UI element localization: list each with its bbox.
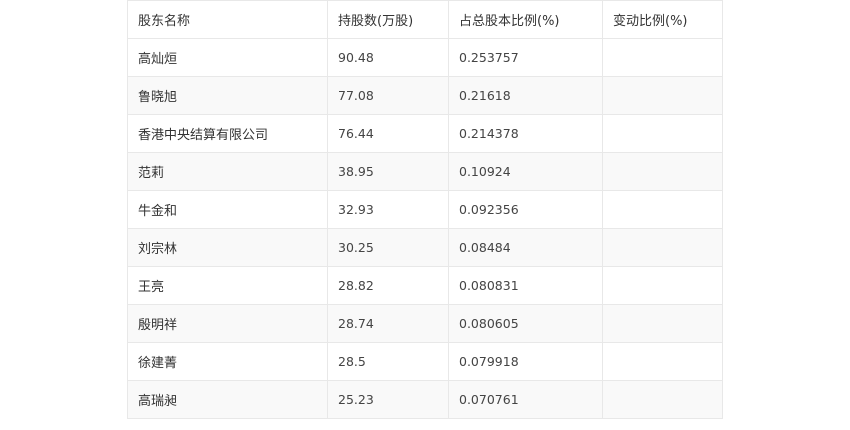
shareholder-table: 股东名称 持股数(万股) 占总股本比例(%) 变动比例(%) 高灿烜 90.48… bbox=[127, 0, 723, 419]
change-cell bbox=[602, 266, 723, 305]
shareholder-name-cell: 鲁晓旭 bbox=[127, 76, 328, 115]
shareholder-name-cell: 刘宗林 bbox=[127, 228, 328, 267]
shareholder-name-cell: 殷明祥 bbox=[127, 304, 328, 343]
table-row: 高灿烜 90.48 0.253757 bbox=[127, 38, 723, 77]
table-row: 范莉 38.95 0.10924 bbox=[127, 152, 723, 191]
table-row: 香港中央结算有限公司 76.44 0.214378 bbox=[127, 114, 723, 153]
change-cell bbox=[602, 380, 723, 419]
table-row: 殷明祥 28.74 0.080605 bbox=[127, 304, 723, 343]
shareholder-name-cell: 香港中央结算有限公司 bbox=[127, 114, 328, 153]
table-row: 徐建菁 28.5 0.079918 bbox=[127, 342, 723, 381]
shareholder-name-cell: 牛金和 bbox=[127, 190, 328, 229]
shares-cell: 25.23 bbox=[327, 380, 449, 419]
table-row: 鲁晓旭 77.08 0.21618 bbox=[127, 76, 723, 115]
header-change: 变动比例(%) bbox=[602, 0, 723, 39]
table-row: 王亮 28.82 0.080831 bbox=[127, 266, 723, 305]
change-cell bbox=[602, 228, 723, 267]
shareholder-table-container: 股东名称 持股数(万股) 占总股本比例(%) 变动比例(%) 高灿烜 90.48… bbox=[127, 0, 723, 419]
shares-cell: 90.48 bbox=[327, 38, 449, 77]
shares-cell: 28.82 bbox=[327, 266, 449, 305]
shares-cell: 28.74 bbox=[327, 304, 449, 343]
ratio-cell: 0.070761 bbox=[448, 380, 603, 419]
change-cell bbox=[602, 38, 723, 77]
ratio-cell: 0.080605 bbox=[448, 304, 603, 343]
header-ratio: 占总股本比例(%) bbox=[448, 0, 603, 39]
table-row: 刘宗林 30.25 0.08484 bbox=[127, 228, 723, 267]
ratio-cell: 0.214378 bbox=[448, 114, 603, 153]
change-cell bbox=[602, 76, 723, 115]
change-cell bbox=[602, 342, 723, 381]
ratio-cell: 0.21618 bbox=[448, 76, 603, 115]
ratio-cell: 0.080831 bbox=[448, 266, 603, 305]
change-cell bbox=[602, 304, 723, 343]
change-cell bbox=[602, 152, 723, 191]
header-shareholder-name: 股东名称 bbox=[127, 0, 328, 39]
shareholder-name-cell: 高灿烜 bbox=[127, 38, 328, 77]
ratio-cell: 0.08484 bbox=[448, 228, 603, 267]
ratio-cell: 0.253757 bbox=[448, 38, 603, 77]
shares-cell: 77.08 bbox=[327, 76, 449, 115]
shares-cell: 76.44 bbox=[327, 114, 449, 153]
shares-cell: 30.25 bbox=[327, 228, 449, 267]
header-row: 股东名称 持股数(万股) 占总股本比例(%) 变动比例(%) bbox=[127, 0, 723, 39]
shareholder-name-cell: 徐建菁 bbox=[127, 342, 328, 381]
change-cell bbox=[602, 190, 723, 229]
shares-cell: 38.95 bbox=[327, 152, 449, 191]
ratio-cell: 0.10924 bbox=[448, 152, 603, 191]
table-row: 牛金和 32.93 0.092356 bbox=[127, 190, 723, 229]
change-cell bbox=[602, 114, 723, 153]
shareholder-name-cell: 范莉 bbox=[127, 152, 328, 191]
shares-cell: 28.5 bbox=[327, 342, 449, 381]
shares-cell: 32.93 bbox=[327, 190, 449, 229]
ratio-cell: 0.079918 bbox=[448, 342, 603, 381]
table-body: 高灿烜 90.48 0.253757 鲁晓旭 77.08 0.21618 香港中… bbox=[127, 38, 723, 419]
ratio-cell: 0.092356 bbox=[448, 190, 603, 229]
table-row: 高瑞昶 25.23 0.070761 bbox=[127, 380, 723, 419]
shareholder-name-cell: 高瑞昶 bbox=[127, 380, 328, 419]
table-header: 股东名称 持股数(万股) 占总股本比例(%) 变动比例(%) bbox=[127, 0, 723, 39]
shareholder-name-cell: 王亮 bbox=[127, 266, 328, 305]
header-shares: 持股数(万股) bbox=[327, 0, 449, 39]
